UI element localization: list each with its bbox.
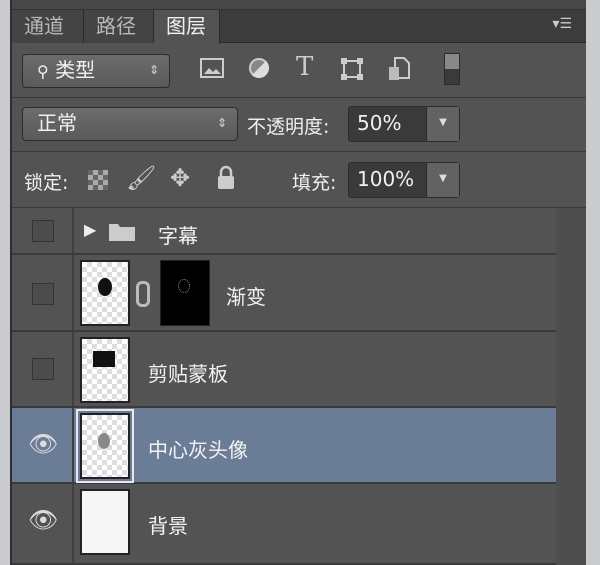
visibility-toggle[interactable]: 👁︎ — [12, 408, 74, 482]
layers-scrollbar[interactable] — [556, 208, 586, 565]
panel-menu-icon[interactable]: ▾☰ — [552, 16, 572, 32]
tab-channels[interactable]: 通道 — [12, 10, 84, 43]
blend-mode-select[interactable]: 正常 ⇕ — [22, 107, 238, 141]
layer-row-background[interactable]: 👁︎ 背景 — [12, 484, 556, 565]
fill-value: 100% — [357, 167, 415, 191]
lock-all-padlock-icon[interactable] — [216, 165, 236, 195]
filter-toggle-switch[interactable] — [444, 53, 460, 85]
opacity-field[interactable]: 50% ▼ — [348, 106, 460, 142]
blend-row: 正常 ⇕ 不透明度: 50% ▼ — [12, 98, 586, 152]
visibility-checkbox[interactable] — [32, 358, 54, 380]
opacity-dropdown-button[interactable]: ▼ — [426, 107, 459, 141]
adjustment-filter-icon[interactable] — [248, 57, 270, 84]
tab-paths[interactable]: 路径 — [84, 10, 154, 43]
layer-name[interactable]: 背景 — [148, 510, 188, 539]
visibility-checkbox[interactable] — [32, 283, 54, 305]
fill-label: 填充: — [292, 172, 337, 194]
updown-arrow-icon: ⇕ — [216, 116, 227, 130]
opacity-value: 50% — [357, 111, 402, 135]
visibility-toggle[interactable]: 👁︎ — [12, 484, 74, 563]
layer-thumbnail — [76, 409, 134, 483]
search-icon: ⚲ — [37, 62, 49, 81]
expand-arrow-icon[interactable]: ▶ — [84, 220, 96, 239]
folder-icon — [108, 220, 136, 246]
filter-kind-label: 类型 — [55, 58, 96, 82]
layer-row-selected[interactable]: 👁︎ 中心灰头像 — [12, 408, 556, 484]
visibility-checkbox[interactable] — [32, 220, 54, 242]
layer-row-clipping[interactable]: 剪贴蒙板 — [12, 332, 556, 408]
image-filter-icon[interactable] — [200, 57, 224, 84]
tab-layers[interactable]: 图层 — [154, 10, 220, 44]
lock-transparency-icon[interactable] — [88, 170, 108, 190]
layer-name[interactable]: 中心灰头像 — [148, 434, 248, 463]
visibility-toggle[interactable] — [12, 208, 74, 253]
eye-icon[interactable]: 👁︎ — [28, 506, 58, 534]
visibility-toggle[interactable] — [12, 332, 74, 406]
fill-field[interactable]: 100% ▼ — [348, 162, 460, 198]
layer-thumbnail — [80, 489, 130, 555]
fill-dropdown-button[interactable]: ▼ — [426, 163, 459, 197]
layer-thumbnail — [80, 337, 130, 403]
layers-panel: 通道 路径 图层 ▾☰ ⚲ 类型 ⇕ T 正常 ⇕ 不透明度: 50% ▼ 锁定… — [10, 0, 586, 565]
layer-thumbnail — [80, 260, 130, 326]
panel-tabs: 通道 路径 图层 ▾☰ — [12, 10, 586, 44]
blend-mode-label: 正常 — [37, 111, 77, 135]
lock-row: 锁定: 🖌︎ ✥ 填充: 100% ▼ — [12, 152, 586, 208]
layers-list: ▶ 字幕 渐变 剪贴蒙板 👁︎ 中心灰头像 👁︎ 背景 — [12, 208, 556, 565]
mask-link-chain-icon[interactable] — [136, 281, 150, 307]
layer-name[interactable]: 字幕 — [158, 220, 198, 249]
lock-position-move-icon[interactable]: ✥ — [170, 164, 190, 192]
layer-mask-thumbnail[interactable] — [160, 260, 210, 326]
layer-name[interactable]: 渐变 — [226, 281, 266, 310]
visibility-toggle[interactable] — [12, 255, 74, 330]
layer-name[interactable]: 剪贴蒙板 — [148, 358, 228, 387]
panel-top-strip — [12, 0, 586, 10]
updown-arrow-icon: ⇕ — [148, 63, 159, 77]
lock-label: 锁定: — [24, 172, 69, 194]
smart-object-filter-icon[interactable] — [388, 57, 410, 86]
type-filter-icon[interactable]: T — [296, 52, 313, 82]
layer-row-group[interactable]: ▶ 字幕 — [12, 208, 556, 255]
opacity-label: 不透明度: — [247, 116, 330, 138]
eye-icon[interactable]: 👁︎ — [28, 430, 58, 458]
filter-kind-select[interactable]: ⚲ 类型 ⇕ — [22, 54, 170, 88]
lock-paint-brush-icon[interactable]: 🖌︎ — [126, 164, 156, 192]
shape-filter-icon[interactable] — [340, 57, 364, 86]
layer-row-gradient[interactable]: 渐变 — [12, 255, 556, 332]
